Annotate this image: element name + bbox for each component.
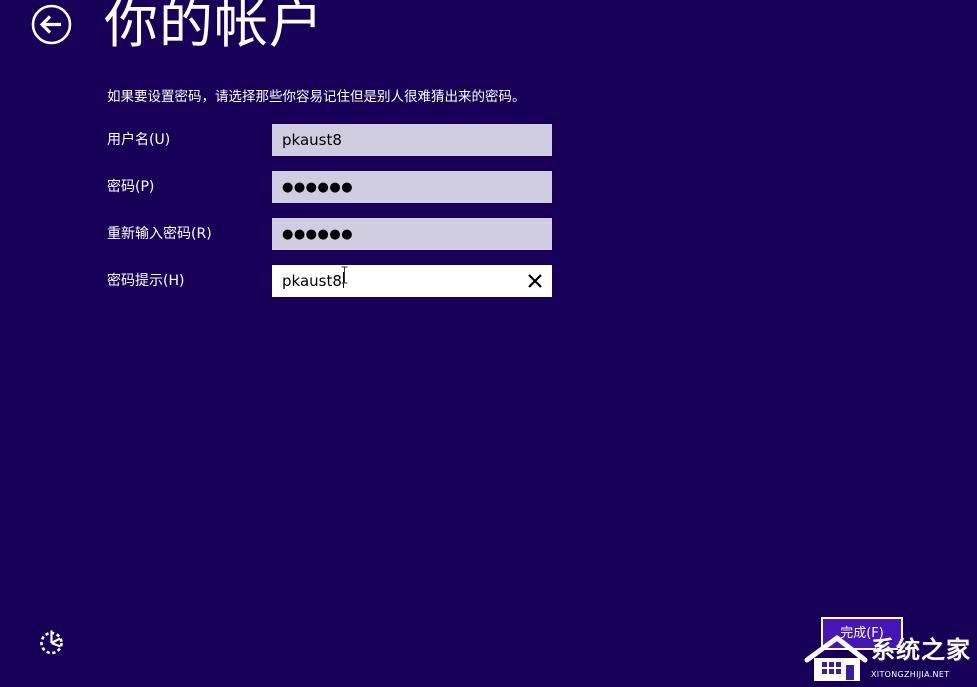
house-logo-icon [804, 635, 868, 681]
confirm-password-row: 重新输入密码(R) ●●●●●● [107, 218, 567, 250]
watermark: 系统之家 XITONGZHIJIA.NET [795, 630, 977, 687]
page-title: 你的帐户 [104, 0, 324, 55]
back-arrow-icon [31, 4, 72, 45]
close-icon [528, 274, 542, 288]
username-row: 用户名(U) pkaust8 [107, 124, 567, 156]
password-hint-input[interactable]: pkaust8 [272, 265, 552, 297]
watermark-name: 系统之家 [871, 636, 971, 664]
password-hint-value: pkaust8 [282, 272, 344, 290]
confirm-password-value: ●●●●●● [282, 227, 354, 242]
username-input[interactable]: pkaust8 [272, 124, 552, 156]
instructions-text: 如果要设置密码，请选择那些你容易记住但是别人很难猜出来的密码。 [107, 89, 526, 105]
confirm-password-input[interactable]: ●●●●●● [272, 218, 552, 250]
password-input[interactable]: ●●●●●● [272, 171, 552, 203]
clear-button[interactable] [524, 270, 546, 292]
username-label: 用户名(U) [107, 132, 171, 148]
password-value: ●●●●●● [282, 180, 354, 195]
password-row: 密码(P) ●●●●●● [107, 171, 567, 203]
confirm-password-label: 重新输入密码(R) [107, 226, 212, 242]
ease-of-access-icon [40, 630, 63, 655]
ease-of-access-button[interactable] [38, 629, 65, 656]
password-hint-label: 密码提示(H) [107, 273, 185, 289]
ibeam-cursor-icon [341, 266, 348, 284]
password-label: 密码(P) [107, 179, 155, 195]
watermark-url: XITONGZHIJIA.NET [871, 670, 950, 679]
back-button[interactable] [31, 4, 72, 45]
username-value: pkaust8 [282, 131, 342, 149]
password-hint-row: 密码提示(H) pkaust8 [107, 265, 567, 297]
